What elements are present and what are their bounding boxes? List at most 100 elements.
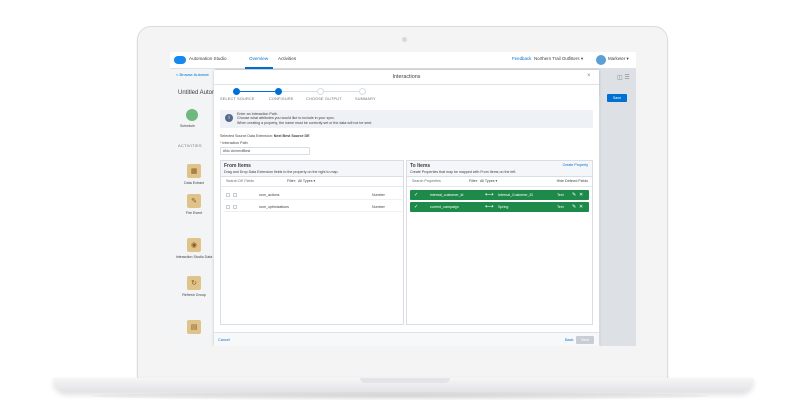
from-items-toolbar: Search DE Fields Filter: All Types ▾ [221, 177, 403, 187]
modal-header: Interactions × [214, 70, 599, 85]
activity-interaction-studio-data[interactable]: ◉ Interaction Studio Data [172, 238, 216, 259]
activity-document[interactable]: ▤ [172, 320, 216, 334]
create-property-link[interactable]: Create Property [563, 163, 588, 167]
step-label-summary: SUMMARY [355, 97, 376, 101]
mapping-row[interactable]: ✓ current_campaign ⟷ Spring Text ✎ ✕ [410, 202, 589, 212]
info-line-3: When creating a property, the name must … [237, 120, 373, 125]
edit-icon[interactable]: ✎ [572, 192, 576, 198]
tab-activities[interactable]: Activities [278, 56, 296, 61]
schedule-label: Schedule [180, 124, 195, 128]
app-screen: Automation Studio Overview Activities Fe… [170, 52, 636, 346]
to-items-toolbar: Search Properties Filter: All Types ▾ Hi… [407, 177, 592, 187]
step-label-configure: CONFIGURE [269, 97, 294, 101]
camera-dot [402, 37, 407, 42]
to-items-subtitle: Create Properties that may be mapped wit… [410, 170, 517, 174]
edit-icon[interactable]: ✎ [572, 204, 576, 210]
drag-handle-icon[interactable] [226, 205, 230, 209]
laptop-base-notch [360, 378, 450, 383]
step-label-select-source: SELECT SOURCE [220, 97, 255, 101]
progress-fill [236, 91, 278, 92]
activity-label: Refresh Group [182, 293, 206, 297]
row-checkbox[interactable] [233, 205, 237, 209]
search-de-fields-input[interactable]: Search DE Fields [224, 178, 280, 185]
mapping-source: internal_customer_id [430, 193, 464, 197]
close-icon[interactable]: ✕ [579, 192, 583, 198]
modal-footer: Cancel Back Next [214, 332, 599, 346]
search-properties-input[interactable]: Search Properties [410, 178, 466, 185]
list-item[interactable]: num_optimizations Number [224, 203, 402, 212]
mapping-type: Text [557, 193, 564, 197]
info-icon: i [225, 114, 233, 122]
feedback-link[interactable]: Feedback [512, 56, 531, 61]
interaction-path-label-text: Interaction Path [222, 141, 248, 145]
toolbar-icons[interactable]: ◫ ☰ [617, 74, 630, 81]
bidirectional-arrow-icon: ⟷ [485, 192, 494, 198]
activities-heading: ACTIVITIES [178, 143, 202, 148]
step-dot-summary[interactable] [359, 88, 366, 95]
step-dot-select-source[interactable] [233, 88, 240, 95]
salesforce-cloud-icon [174, 56, 186, 64]
filter-label: Filter: [469, 179, 478, 183]
drag-handle-icon[interactable] [226, 193, 230, 197]
fire-event-icon: ✎ [187, 194, 201, 208]
to-items-title: To Items [410, 163, 431, 169]
filter-type-select[interactable]: All Types ▾ [480, 179, 497, 183]
from-items-header: From Items Drag and Drop Data Extension … [221, 161, 403, 177]
field-name: num_optimizations [259, 205, 289, 209]
automation-canvas-right [600, 82, 636, 346]
cancel-button[interactable]: Cancel [218, 338, 230, 342]
step-dot-configure[interactable] [275, 88, 282, 95]
hide-defined-fields-toggle[interactable]: Hide Defined Fields [557, 179, 588, 183]
mapping-type: Text [557, 205, 564, 209]
activity-refresh-group[interactable]: ↻ Refresh Group [172, 276, 216, 297]
mapping-target: Internal_Customer_ID [498, 193, 534, 197]
to-items-panel: To Items Create Properties that may be m… [406, 160, 593, 325]
mapping-target: Spring [498, 205, 509, 209]
activity-label: Interaction Studio Data [175, 255, 213, 259]
automation-title: Untitled Autom [178, 90, 218, 96]
activity-data-extract[interactable]: ▦ Data Extract [172, 164, 216, 185]
user-avatar[interactable] [596, 55, 606, 65]
interaction-path-input[interactable]: #No Un/nextBest [220, 147, 310, 155]
modal-title: Interactions [392, 74, 421, 80]
data-extract-icon: ▦ [187, 164, 201, 178]
activity-fire-event[interactable]: ✎ Fire Event [172, 194, 216, 215]
field-type: Number [372, 205, 385, 209]
interaction-studio-icon: ◉ [187, 238, 201, 252]
refresh-group-icon: ↻ [187, 276, 201, 290]
back-button[interactable]: Back [565, 338, 573, 342]
filter-label: Filter: [287, 179, 296, 183]
from-items-panel: From Items Drag and Drop Data Extension … [220, 160, 404, 325]
row-checkbox[interactable] [233, 193, 237, 197]
laptop-shadow [90, 392, 710, 400]
info-text: Enter an Interaction Path. Choose what a… [237, 112, 372, 125]
mapping-source: current_campaign [430, 205, 459, 209]
next-button[interactable]: Next [576, 336, 594, 344]
step-label-choose-output: CHOOSE OUTPUT [306, 97, 342, 101]
selected-source-label: Selected Source Data Extension: [220, 134, 273, 138]
close-icon[interactable]: ✕ [579, 204, 583, 210]
mapping-row[interactable]: ✓ internal_customer_id ⟷ Internal_Custom… [410, 190, 589, 200]
bidirectional-arrow-icon: ⟷ [485, 204, 494, 210]
field-name: num_actions [259, 193, 280, 197]
step-dot-choose-output[interactable] [317, 88, 324, 95]
selected-source-value: Next Best Source DE [273, 134, 310, 138]
close-icon[interactable]: × [587, 73, 591, 79]
list-item[interactable]: num_actions Number [224, 191, 402, 200]
schedule-icon[interactable] [186, 109, 198, 121]
breadcrumb[interactable]: < Browse Automat [176, 72, 209, 77]
selected-source: Selected Source Data Extension: Next Bes… [220, 134, 310, 138]
save-button[interactable]: Save [607, 94, 627, 102]
business-unit-select[interactable]: Northern Trail Outfitters ▾ [534, 56, 583, 62]
activity-label: Fire Event [185, 211, 203, 215]
user-menu[interactable]: Marketer ▾ [608, 56, 629, 62]
check-icon: ✓ [414, 204, 419, 210]
tab-overview[interactable]: Overview [249, 56, 268, 61]
activity-label: Data Extract [184, 181, 204, 185]
filter-type-select[interactable]: All Types ▾ [298, 179, 315, 183]
from-items-title: From Items [224, 163, 251, 169]
to-items-header: To Items Create Properties that may be m… [407, 161, 592, 177]
check-icon: ✓ [414, 192, 419, 198]
global-header: Automation Studio Overview Activities Fe… [170, 52, 636, 69]
info-notice: i Enter an Interaction Path. Choose what… [220, 110, 593, 128]
